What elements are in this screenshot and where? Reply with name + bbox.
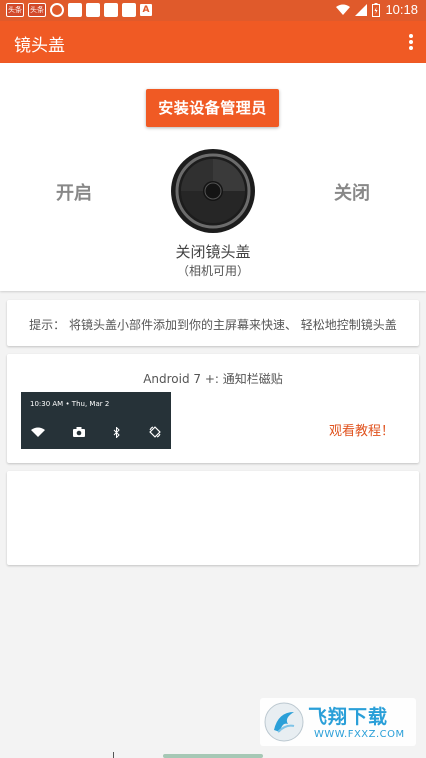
battery-icon (372, 2, 381, 17)
tip-text: 提示： 将镜头盖小部件添加到你的主屏幕来快速、 轻松地控制镜头盖 (29, 318, 397, 332)
empty-card (7, 471, 419, 565)
tip-card: 提示： 将镜头盖小部件添加到你的主屏幕来快速、 轻松地控制镜头盖 (7, 300, 419, 346)
watermark-text: 飞翔下载 (308, 706, 389, 728)
preview-tile-icons (31, 426, 161, 438)
disable-button[interactable]: 关闭 (318, 179, 386, 205)
watermark-url: WWW.FXXZ.COM (314, 729, 405, 740)
watch-tutorial-link[interactable]: 观看教程！ (329, 420, 394, 439)
status-time: 10:18 (385, 2, 418, 17)
status-bar-notifications: 头条 头条 A (6, 3, 152, 17)
app-notification-icon (86, 3, 100, 17)
watermark: 飞翔下载 WWW.FXXZ.COM (260, 698, 416, 746)
wifi-icon (336, 4, 351, 15)
camera-icon (73, 427, 85, 437)
app-notification-icon (122, 3, 136, 17)
toutiao-notification-icon: 头条 (28, 3, 46, 17)
bottom-handle[interactable] (163, 754, 263, 758)
app-bar: 镜头盖 (0, 21, 426, 63)
toutiao-notification-icon: 头条 (6, 3, 24, 17)
preview-time: 10:30 AM • Thu, Mar 2 (30, 400, 110, 408)
bottom-edge-mark (113, 752, 118, 758)
install-device-admin-button[interactable]: 安装设备管理员 (146, 89, 279, 127)
more-vert-icon[interactable] (408, 34, 414, 50)
camera-lens-icon[interactable] (170, 148, 256, 234)
quick-settings-preview-image: 10:30 AM • Thu, Mar 2 (21, 392, 171, 449)
a-notification-icon: A (140, 4, 152, 16)
app-notification-icon (68, 3, 82, 17)
bluetooth-icon (113, 426, 120, 438)
enable-button[interactable]: 开启 (40, 179, 108, 205)
status-bar: 头条 头条 A 10:18 (0, 0, 426, 21)
notification-tile-card: Android 7 +: 通知栏磁贴 10:30 AM • Thu, Mar 2… (7, 354, 419, 463)
lens-cover-control-panel: 安装设备管理员 开启 关闭 关闭镜头盖 （相机可用） (0, 63, 426, 291)
status-bar-system: 10:18 (336, 2, 418, 17)
auto-rotate-icon (149, 426, 161, 438)
lens-status-title: 关闭镜头盖 (175, 243, 251, 261)
app-notification-icon (50, 3, 64, 17)
app-title: 镜头盖 (14, 36, 65, 56)
app-notification-icon (104, 3, 118, 17)
notification-tile-title: Android 7 +: 通知栏磁贴 (143, 372, 283, 386)
wifi-icon (31, 427, 45, 437)
lens-status-subtitle: （相机可用） (176, 264, 249, 278)
signal-icon (355, 3, 368, 16)
fxxz-logo-icon (264, 702, 304, 742)
